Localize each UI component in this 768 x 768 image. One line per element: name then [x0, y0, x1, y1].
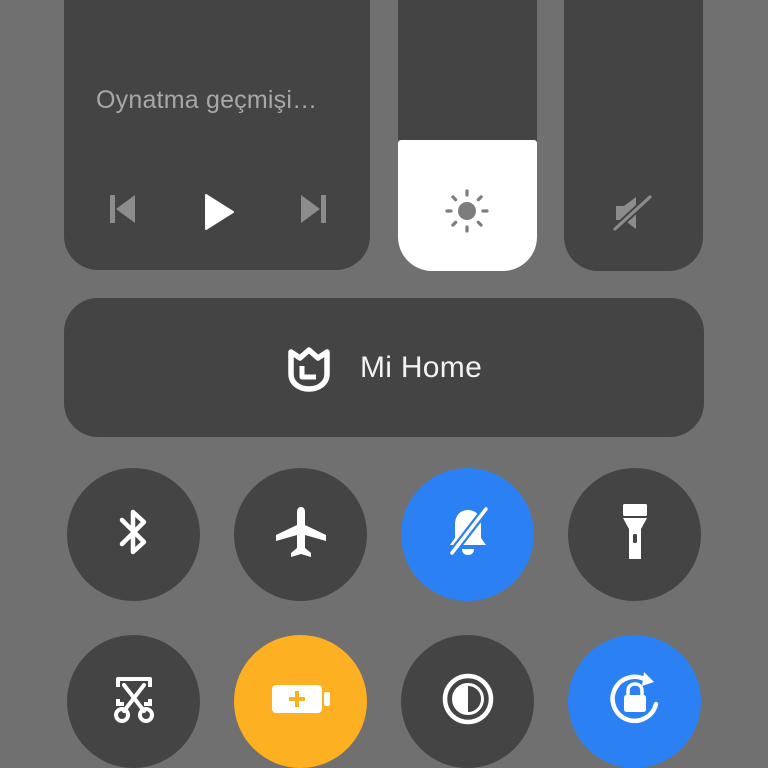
mi-home-logo-icon	[286, 344, 332, 392]
contrast-icon	[441, 672, 495, 731]
screenshot-toggle[interactable]	[67, 635, 200, 768]
rotation-lock-toggle[interactable]	[568, 635, 701, 768]
battery-plus-icon	[268, 679, 334, 724]
bluetooth-icon	[114, 506, 154, 563]
brightness-slider[interactable]	[398, 0, 537, 271]
bell-off-icon	[444, 505, 492, 564]
airplane-mode-toggle[interactable]	[234, 468, 367, 601]
mi-home-label: Mi Home	[359, 350, 483, 384]
scissors-icon	[108, 673, 160, 730]
flashlight-toggle[interactable]	[568, 468, 701, 601]
dark-mode-toggle[interactable]	[401, 635, 534, 768]
rotation-lock-icon	[606, 670, 664, 733]
silent-mode-toggle[interactable]	[401, 468, 534, 601]
battery-saver-toggle[interactable]	[234, 635, 367, 768]
media-player-card[interactable]: Oynatma geçmişi…	[64, 0, 370, 270]
next-track-icon[interactable]	[298, 192, 328, 231]
sun-icon	[445, 189, 489, 238]
media-title: Oynatma geçmişi…	[96, 86, 318, 114]
volume-mute-icon	[611, 193, 654, 237]
play-icon[interactable]	[202, 192, 236, 237]
volume-slider[interactable]	[564, 0, 703, 271]
mi-home-button[interactable]: Mi Home	[64, 298, 704, 437]
airplane-icon	[273, 504, 329, 565]
bluetooth-toggle[interactable]	[67, 468, 200, 601]
previous-track-icon[interactable]	[108, 192, 138, 231]
flashlight-icon	[618, 502, 652, 567]
media-controls	[64, 192, 370, 232]
control-center: Oynatma geçmişi… Mi Home	[0, 0, 768, 768]
